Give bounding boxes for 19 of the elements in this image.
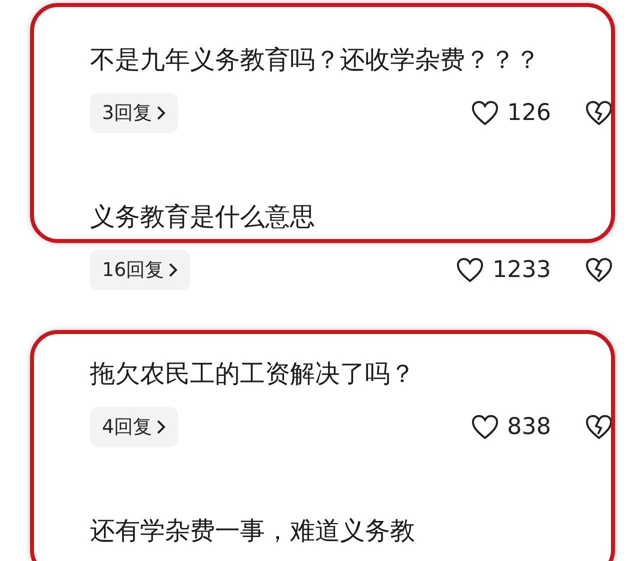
comment-text: 不是九年义务教育吗？还收学杂费？？？ [90,44,541,76]
replies-button[interactable]: 3回复 [90,93,178,133]
broken-heart-icon[interactable] [585,100,613,126]
like-count: 126 [507,98,551,128]
heart-icon[interactable] [456,257,484,283]
broken-heart-icon[interactable] [585,257,613,283]
broken-heart-icon[interactable] [585,414,613,440]
heart-icon[interactable] [471,414,500,440]
comment-text: 还有学杂费一事，难道义务教 [90,515,416,547]
replies-button[interactable]: 16回复 [90,250,190,290]
comment-text: 义务教育是什么意思 [90,201,316,233]
replies-button[interactable]: 4回复 [90,407,178,447]
chevron-icon [156,419,166,435]
like-count: 838 [507,412,551,442]
chevron-icon [168,262,178,278]
heart-icon[interactable] [471,100,500,126]
like-count: 1233 [492,256,551,285]
chevron-icon [156,105,166,121]
comment-text: 拖欠农民工的工资解决了吗？ [90,358,416,390]
